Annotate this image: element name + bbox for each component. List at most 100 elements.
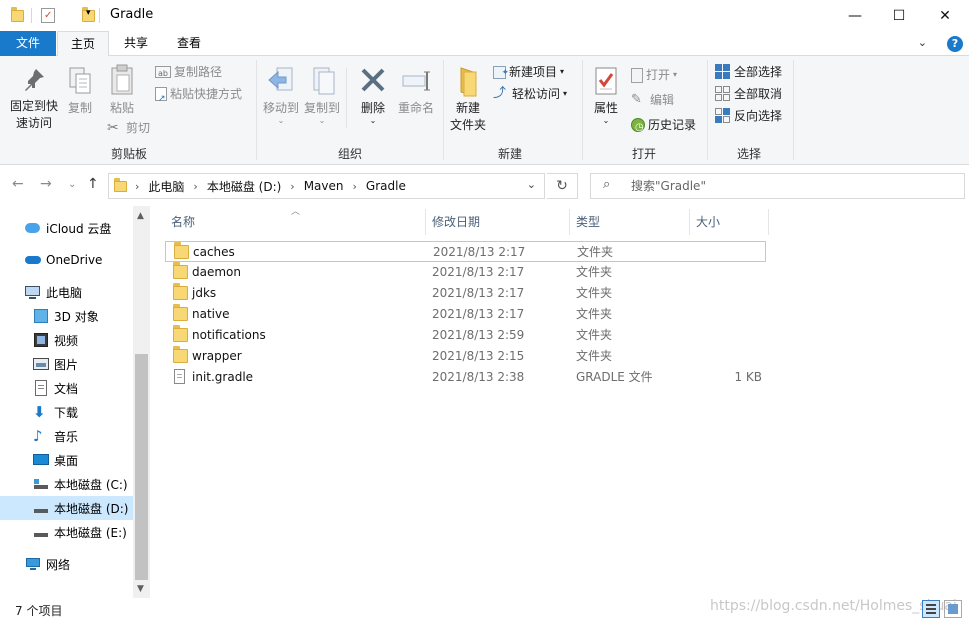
expand-ribbon-icon[interactable]: ⌄ [918,36,927,49]
nav-item-desktop[interactable]: 桌面 [0,448,133,472]
new-folder-button[interactable]: 新建 文件夹 [448,66,488,134]
select-all-button[interactable]: 全部选择 [715,62,782,82]
folder-icon [173,325,188,342]
column-header-type[interactable]: 类型 [570,209,690,235]
paste-shortcut-button[interactable]: ↗ 粘贴快捷方式 [155,84,242,104]
move-to-icon [268,67,293,91]
refresh-icon[interactable]: ↻ [547,173,578,199]
large-icons-view-icon[interactable] [944,600,962,618]
maximize-button[interactable]: ☐ [876,0,922,31]
nav-item-onedrive[interactable]: OneDrive [0,248,133,272]
music-icon: ♪ [33,427,43,445]
paste-shortcut-label: 粘贴快捷方式 [170,87,243,101]
navigation-bar: ← → ⌄ ↑ › 此电脑 › 本地磁盘 (D:) › Maven › Grad… [0,166,969,206]
rename-icon [402,71,430,91]
edit-button[interactable]: ✎ 编辑 [631,90,674,110]
properties-icon [595,67,617,95]
select-none-button[interactable]: 全部取消 [715,84,782,104]
column-header-modified[interactable]: 修改日期 [426,209,570,235]
easy-access-label: 轻松访问 [512,87,561,101]
nav-item-icloud[interactable]: iCloud 云盘 [0,216,133,240]
item-count: 7 个项目 [15,604,63,618]
details-view-icon[interactable] [922,600,940,618]
column-header-name[interactable]: 名称 [165,209,426,235]
file-row[interactable]: caches 2021/8/13 2:17 文件夹 [165,241,766,262]
pin-label-1: 固定到快 [9,99,58,113]
invert-selection-button[interactable]: 反向选择 [715,106,782,126]
nav-item-network[interactable]: 网络 [0,552,133,576]
nav-item-drive-e[interactable]: 本地磁盘 (E:) [0,520,133,544]
back-arrow-icon[interactable]: ← [12,176,24,192]
recent-locations-icon[interactable]: ⌄ [68,179,76,190]
scroll-down-icon[interactable]: ▼ [137,584,144,594]
open-button[interactable]: 打开 ▾ [631,65,677,85]
invert-selection-icon [715,108,731,124]
breadcrumb-gradle[interactable]: Gradle [366,179,406,193]
nav-item-pictures[interactable]: 图片 [0,352,133,376]
copy-path-button[interactable]: ab 复制路径 [155,62,222,82]
tab-view[interactable]: 查看 [166,31,212,56]
search-input[interactable]: ⌕ 搜索"Gradle" [590,173,965,199]
nav-item-3d-objects[interactable]: 3D 对象 [0,304,133,328]
nav-item-drive-c[interactable]: 本地磁盘 (C:) [0,472,133,496]
up-arrow-icon[interactable]: ↑ [87,176,99,192]
forward-arrow-icon[interactable]: → [40,176,52,192]
breadcrumb-this-pc[interactable]: 此电脑 [148,178,184,195]
address-history-dropdown-icon[interactable]: ⌄ [527,178,536,191]
scissors-icon: ✂ [107,120,119,136]
new-item-button[interactable]: ✦ 新建项目 ▾ [493,62,564,82]
file-row[interactable]: wrapper 2021/8/13 2:15 文件夹 [165,346,766,367]
paste-button[interactable]: 粘贴 [104,64,140,117]
file-row[interactable]: native 2021/8/13 2:17 文件夹 [165,304,766,325]
scrollbar-thumb[interactable] [135,354,148,580]
address-bar[interactable]: › 此电脑 › 本地磁盘 (D:) › Maven › Gradle ⌄ [108,173,545,199]
copy-label: 复制 [67,101,92,115]
copy-to-icon [313,67,335,95]
close-button[interactable]: ✕ [922,0,968,31]
file-row[interactable]: init.gradle 2021/8/13 2:38 GRADLE 文件 1 K… [165,367,766,388]
pin-quick-access-button[interactable]: 固定到快 速访问 [5,66,63,132]
nav-item-drive-d[interactable]: 本地磁盘 (D:) [0,496,133,520]
nav-item-documents[interactable]: 文档 [0,376,133,400]
tab-file[interactable]: 文件 [0,31,56,56]
nav-item-music[interactable]: ♪ 音乐 [0,424,133,448]
column-headers: ︿ 名称 修改日期 类型 大小 [165,207,769,235]
ribbon-tab-bar: 文件 主页 共享 查看 ⌄ ? [0,31,969,57]
move-to-button[interactable]: 移动到 ⌄ [261,66,301,125]
breadcrumb-maven[interactable]: Maven [304,179,344,193]
help-icon[interactable]: ? [947,36,963,52]
tab-home[interactable]: 主页 [57,31,109,57]
properties-quick-access-icon[interactable]: ✓ [41,8,55,23]
easy-access-button[interactable]: ⤴ 轻松访问 ▾ [493,84,567,104]
column-header-size[interactable]: 大小 [690,209,769,235]
tab-share[interactable]: 共享 [114,31,158,56]
history-label: 历史记录 [648,118,697,132]
delete-button[interactable]: 删除 ⌄ [352,66,394,125]
new-item-label: 新建项目 [509,65,558,79]
nav-item-this-pc[interactable]: 此电脑 [0,280,133,304]
copy-button[interactable]: 复制 [63,66,97,117]
customize-quick-access-icon[interactable]: ▾ [86,8,91,18]
copy-to-button[interactable]: 复制到 ⌄ [302,66,342,125]
download-icon: ⬇ [33,403,46,421]
cut-button[interactable]: ✂ 剪切 [107,118,150,138]
breadcrumb-drive-d[interactable]: 本地磁盘 (D:) [207,178,281,195]
nav-item-downloads[interactable]: ⬇ 下载 [0,400,133,424]
file-row[interactable]: notifications 2021/8/13 2:59 文件夹 [165,325,766,346]
rename-button[interactable]: 重命名 [395,66,437,117]
properties-button[interactable]: 属性 ⌄ [588,66,624,125]
folder-icon [173,304,188,321]
nav-pane-scrollbar[interactable]: ▲ ▼ [133,206,150,598]
watermark-text: https://blog.csdn.net/Holmes_shuai [710,598,957,614]
file-row[interactable]: daemon 2021/8/13 2:17 文件夹 [165,262,766,283]
history-button[interactable]: ◷ 历史记录 [631,115,696,135]
new-folder-label-2: 文件夹 [449,118,486,132]
icloud-icon [25,220,41,236]
history-icon: ◷ [631,118,645,133]
nav-item-videos[interactable]: 视频 [0,328,133,352]
scroll-up-icon[interactable]: ▲ [137,211,144,221]
file-row[interactable]: jdks 2021/8/13 2:17 文件夹 [165,283,766,304]
minimize-button[interactable]: — [832,0,878,31]
select-all-icon [715,64,731,80]
copy-path-icon: ab [155,66,171,78]
